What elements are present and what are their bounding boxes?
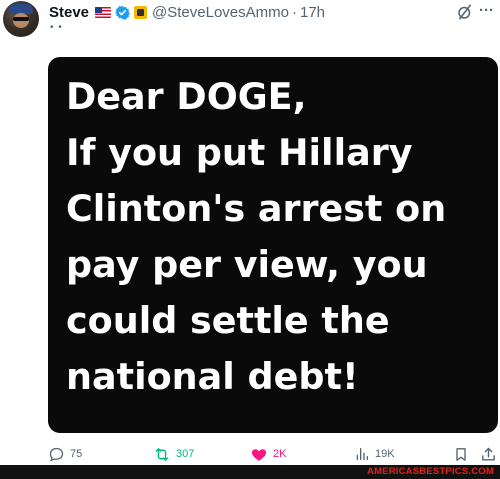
more-icon[interactable]: ··· (479, 2, 497, 20)
avatar-sunglasses (13, 17, 29, 21)
image-line: pay per view, you (66, 243, 428, 286)
retweet-icon (155, 447, 169, 461)
heart-icon (251, 448, 267, 461)
like-count: 2K (273, 448, 287, 460)
views-count: 19K (375, 448, 395, 460)
action-bar: 75 307 2K 19K (0, 443, 500, 465)
reply-button[interactable]: 75 (48, 443, 82, 465)
tweet-image[interactable]: Dear DOGE, If you put Hillary Clinton's … (48, 57, 498, 433)
tweet-header: Steve @SteveLovesAmmo · 17h (49, 2, 325, 22)
views-button[interactable]: 19K (354, 443, 395, 465)
watermark-text: AMERICASBESTPICS.COM (367, 466, 494, 477)
share-button[interactable] (480, 443, 497, 465)
retweet-count: 307 (176, 448, 195, 460)
image-line: Clinton's arrest on (66, 187, 447, 230)
like-button[interactable]: 2K (250, 443, 286, 465)
author-handle[interactable]: @SteveLovesAmmo (152, 4, 289, 21)
header-separator: · (291, 3, 297, 21)
sub-label: • • (50, 22, 63, 33)
avatar[interactable] (3, 1, 39, 37)
reply-count: 75 (70, 448, 83, 460)
author-name[interactable]: Steve (49, 4, 89, 21)
retweet-button[interactable]: 307 (153, 443, 194, 465)
share-icon (482, 447, 495, 461)
bookmark-icon (456, 447, 466, 461)
reply-icon (49, 447, 64, 462)
image-line: Dear DOGE, (66, 75, 307, 118)
bookmark-button[interactable] (453, 443, 469, 465)
image-line: national debt! (66, 355, 359, 398)
image-line: could settle the (66, 299, 390, 342)
tweet-time[interactable]: 17h (300, 4, 325, 21)
image-line: If you put Hillary (66, 131, 413, 174)
verified-badge-icon[interactable] (115, 5, 130, 20)
grok-icon[interactable] (456, 3, 474, 21)
us-flag-icon (95, 6, 112, 18)
image-text: Dear DOGE, If you put Hillary Clinton's … (66, 69, 496, 405)
watermark-bar: AMERICASBESTPICS.COM (0, 465, 500, 479)
affiliate-badge-icon[interactable] (134, 5, 148, 19)
views-icon (356, 448, 368, 460)
